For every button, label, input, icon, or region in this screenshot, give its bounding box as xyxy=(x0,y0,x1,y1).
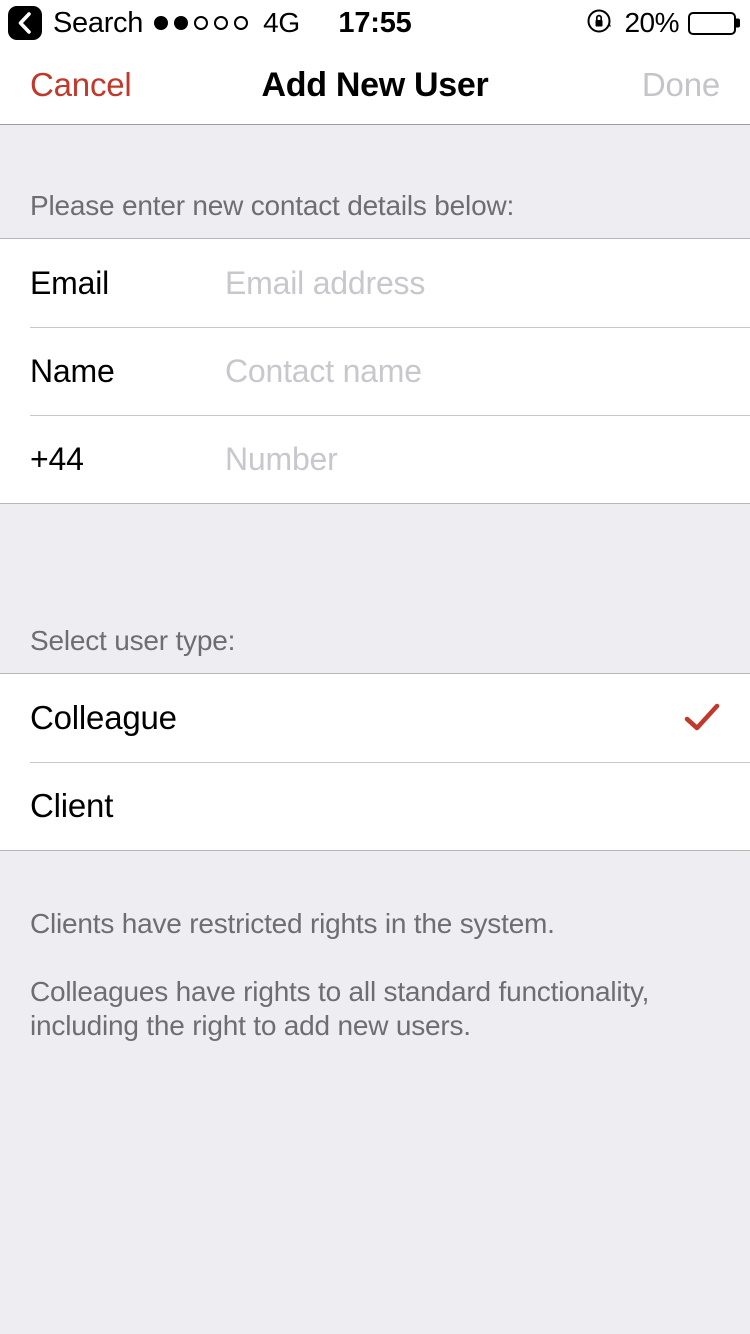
email-input[interactable] xyxy=(225,239,720,327)
carrier-label: Search xyxy=(53,6,144,39)
navigation-bar: Cancel Add New User Done xyxy=(0,46,750,125)
user-type-section-header: Select user type: xyxy=(0,504,750,674)
user-type-label-colleague: Colleague xyxy=(30,699,177,736)
status-bar-right: 20% xyxy=(585,6,736,41)
country-code-label: +44 xyxy=(30,440,84,477)
signal-strength-dots xyxy=(154,16,249,30)
email-row[interactable]: Email xyxy=(0,239,750,327)
network-type-label: 4G xyxy=(263,7,300,38)
user-type-group: Colleague Client xyxy=(0,674,750,851)
done-button[interactable]: Done xyxy=(642,66,720,104)
phone-number-input[interactable] xyxy=(225,415,720,503)
battery-icon xyxy=(688,11,736,35)
user-type-option-client[interactable]: Client xyxy=(0,762,750,850)
contact-section-header: Please enter new contact details below: xyxy=(0,125,750,239)
user-type-option-colleague[interactable]: Colleague xyxy=(0,674,750,762)
user-type-label-client: Client xyxy=(30,787,114,824)
status-bar-left: Search 4G xyxy=(8,6,300,40)
signal-dot-1 xyxy=(154,16,169,30)
status-bar: Search 4G 17:55 20% xyxy=(0,0,750,46)
phone-row[interactable]: +44 xyxy=(0,415,750,503)
user-type-footer: Clients have restricted rights in the sy… xyxy=(0,851,750,1334)
footer-paragraph-clients: Clients have restricted rights in the sy… xyxy=(30,908,555,939)
cancel-button[interactable]: Cancel xyxy=(30,66,132,104)
footer-paragraph-colleagues: Colleagues have rights to all standard f… xyxy=(30,976,650,1042)
name-label: Name xyxy=(30,352,115,389)
checkmark-icon xyxy=(684,703,720,733)
name-input[interactable] xyxy=(225,327,720,415)
signal-dot-3 xyxy=(194,16,209,30)
rotation-lock-icon xyxy=(585,6,615,41)
signal-dot-2 xyxy=(174,16,189,30)
contact-fields-group: Email Name +44 xyxy=(0,239,750,504)
signal-dot-4 xyxy=(214,16,229,30)
email-label: Email xyxy=(30,264,110,301)
battery-percentage-label: 20% xyxy=(624,7,679,38)
back-chevron-icon[interactable] xyxy=(8,6,42,40)
signal-dot-5 xyxy=(234,16,249,30)
add-new-user-screen: Search 4G 17:55 20% Cancel Add New User … xyxy=(0,0,750,1334)
name-row[interactable]: Name xyxy=(0,327,750,415)
